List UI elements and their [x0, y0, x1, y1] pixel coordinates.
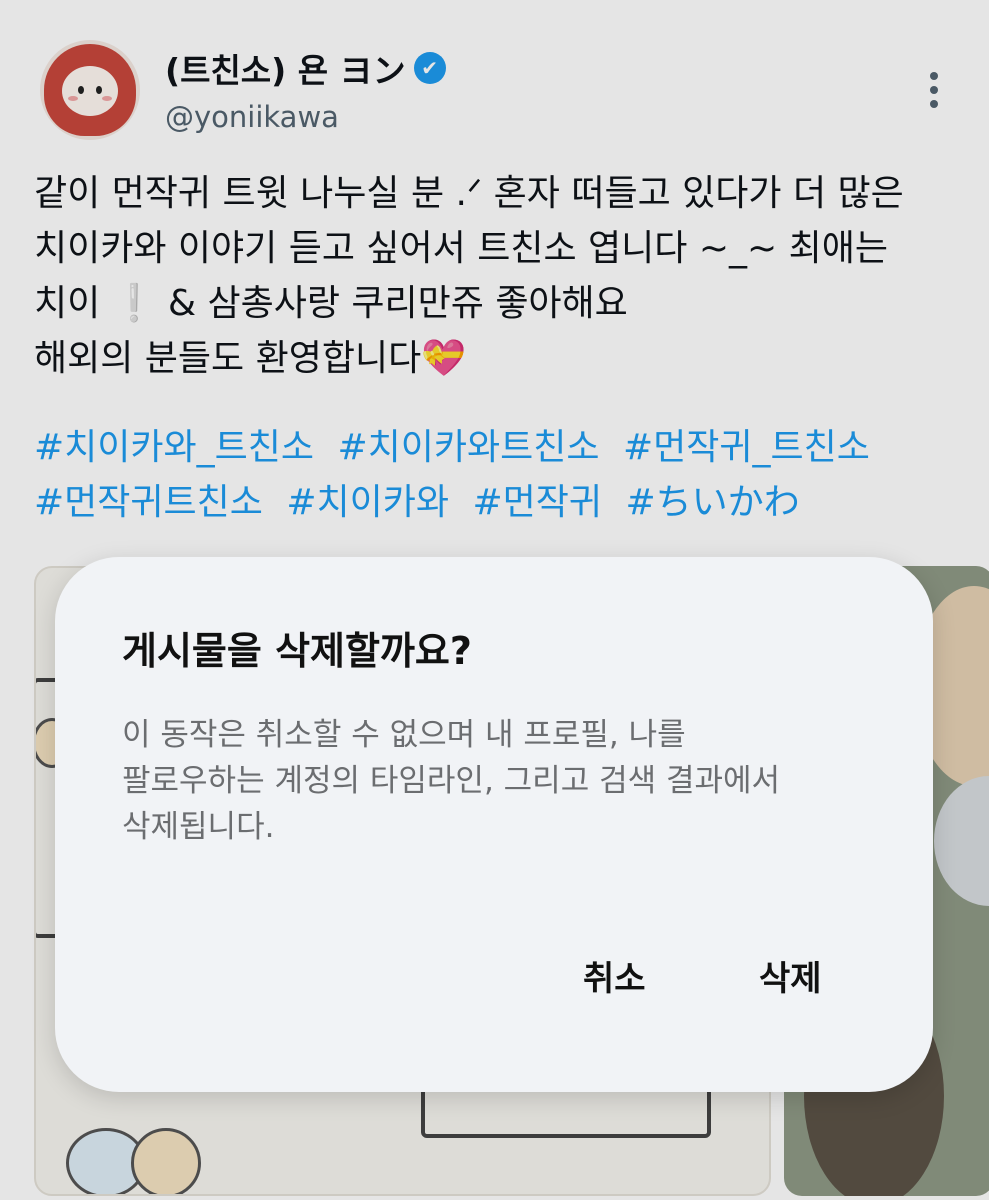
delete-post-dialog: 게시물을 삭제할까요? 이 동작은 취소할 수 없으며 내 프로필, 나를 팔로… — [55, 557, 933, 1092]
dialog-title: 게시물을 삭제할까요? — [122, 629, 472, 673]
dialog-message: 이 동작은 취소할 수 없으며 내 프로필, 나를 팔로우하는 계정의 타임라인… — [122, 712, 882, 850]
dialog-message-line: 이 동작은 취소할 수 없으며 내 프로필, 나를 — [122, 717, 686, 753]
delete-button[interactable]: 삭제 — [749, 945, 832, 1006]
dialog-message-line: 팔로우하는 계정의 타임라인, 그리고 검색 결과에서 — [122, 763, 781, 799]
dialog-message-line: 삭제됩니다. — [122, 809, 275, 845]
cancel-button[interactable]: 취소 — [573, 945, 656, 1006]
